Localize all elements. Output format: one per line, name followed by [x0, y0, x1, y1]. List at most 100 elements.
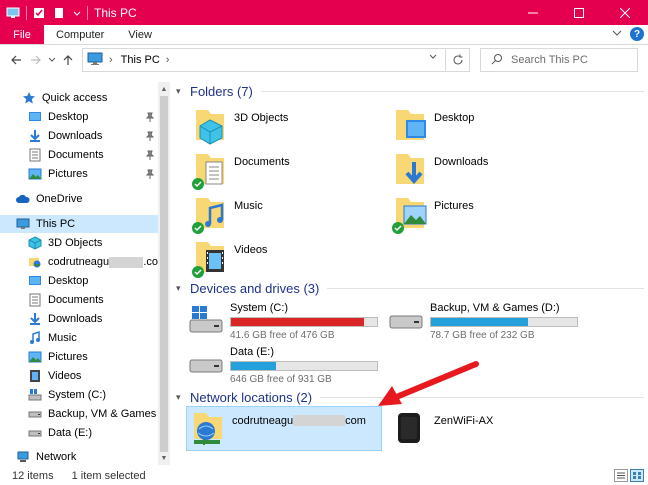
chevron-down-icon[interactable]: ▾	[176, 392, 186, 403]
sidebar-item-pictures-pinned[interactable]: Pictures	[0, 165, 158, 183]
minimize-button[interactable]	[510, 0, 556, 25]
sidebar-item-label: Pictures	[48, 168, 88, 180]
properties-icon[interactable]	[33, 7, 47, 19]
toolbar-divider	[87, 5, 88, 20]
chevron-down-icon[interactable]	[429, 53, 437, 64]
recent-locations-button[interactable]	[46, 50, 58, 70]
new-folder-icon[interactable]	[53, 7, 67, 19]
sidebar-item-onedrive[interactable]: OneDrive	[0, 190, 158, 208]
sidebar-item-network[interactable]: Network	[0, 448, 158, 465]
sync-check-icon	[192, 222, 204, 234]
pictures-icon	[28, 350, 42, 364]
help-icon[interactable]: ?	[630, 27, 644, 41]
tab-view[interactable]: View	[116, 25, 164, 44]
folder-label: Documents	[234, 156, 290, 168]
scrollbar-thumb[interactable]	[160, 96, 168, 452]
group-header-folders[interactable]: ▾ Folders (7)	[176, 81, 644, 101]
sidebar-item-3d-objects[interactable]: 3D Objects	[0, 234, 158, 252]
monitor-icon[interactable]	[6, 7, 20, 19]
network-tile-share[interactable]: codrutneagu com	[190, 409, 366, 449]
details-view-icon[interactable]	[614, 469, 628, 482]
folder-tile-videos[interactable]: Videos	[192, 238, 267, 278]
sidebar-item-documents-pinned[interactable]: Documents	[0, 146, 158, 164]
close-button[interactable]	[602, 0, 648, 25]
tab-computer[interactable]: Computer	[44, 25, 116, 44]
drive-icon	[28, 426, 42, 440]
breadcrumb-chevron-icon[interactable]: ›	[109, 54, 113, 66]
scroll-down-icon[interactable]: ▼	[158, 452, 170, 464]
folder-tile-3d-objects[interactable]: 3D Objects	[192, 106, 288, 146]
content-pane: ▾ Folders (7) 3D Objects Desktop Documen…	[172, 78, 648, 466]
router-icon	[392, 409, 428, 449]
chevron-down-icon[interactable]: ▾	[176, 86, 186, 97]
ribbon-right-controls: ?	[612, 27, 644, 41]
download-arrow-icon	[28, 129, 42, 143]
sidebar-item-downloads[interactable]: Downloads	[0, 310, 158, 328]
folder-label: Music	[234, 200, 263, 212]
maximize-button[interactable]	[556, 0, 602, 25]
sidebar-item-this-pc[interactable]: This PC	[0, 215, 158, 233]
music-note-icon	[192, 194, 228, 234]
pin-icon[interactable]	[145, 131, 155, 141]
network-icon	[16, 450, 30, 464]
window-title: This PC	[94, 5, 137, 20]
pictures-icon	[392, 194, 428, 234]
sidebar-item-backup-d[interactable]: Backup, VM & Games (D:)	[0, 405, 158, 423]
title-bar: This PC	[0, 0, 648, 25]
folder-tile-downloads[interactable]: Downloads	[392, 150, 488, 190]
drive-tile-data-e[interactable]: Data (E:) 646 GB free of 931 GB	[188, 346, 378, 385]
pin-icon[interactable]	[145, 169, 155, 179]
network-folder-icon	[28, 255, 42, 269]
sidebar-item-downloads-pinned[interactable]: Downloads	[0, 127, 158, 145]
pin-icon[interactable]	[145, 150, 155, 160]
search-input[interactable]: Search This PC	[480, 48, 638, 72]
folder-tile-pictures[interactable]: Pictures	[392, 194, 474, 234]
group-header-drives[interactable]: ▾ Devices and drives (3)	[176, 278, 644, 298]
folder-label: Pictures	[434, 200, 474, 212]
sidebar-item-label-suffix: .co	[143, 256, 158, 268]
address-bar[interactable]: › This PC ›	[82, 48, 470, 72]
sidebar-item-system-c[interactable]: System (C:)	[0, 386, 158, 404]
sidebar-item-desktop-pinned[interactable]: Desktop	[0, 108, 158, 126]
folder-tile-music[interactable]: Music	[192, 194, 263, 234]
sidebar-item-quick-access[interactable]: Quick access	[0, 89, 158, 107]
group-title: Folders (7)	[190, 83, 253, 99]
sidebar-item-pictures[interactable]: Pictures	[0, 348, 158, 366]
sidebar-item-documents[interactable]: Documents	[0, 291, 158, 309]
sidebar-item-music[interactable]: Music	[0, 329, 158, 347]
up-button[interactable]	[58, 50, 78, 70]
drive-tile-backup-d[interactable]: Backup, VM & Games (D:) 78.7 GB free of …	[388, 302, 578, 341]
sidebar-item-data-e[interactable]: Data (E:)	[0, 424, 158, 442]
scroll-up-icon[interactable]: ▲	[158, 83, 170, 95]
drive-usage-fill	[231, 362, 276, 370]
group-title: Network locations (2)	[190, 389, 313, 405]
pin-icon[interactable]	[145, 112, 155, 122]
refresh-button[interactable]	[445, 49, 469, 71]
back-button[interactable]	[6, 50, 26, 70]
sidebar-item-desktop[interactable]: Desktop	[0, 272, 158, 290]
sync-check-icon	[192, 266, 204, 278]
chevron-down-icon[interactable]: ▾	[176, 283, 186, 294]
sidebar-item-videos[interactable]: Videos	[0, 367, 158, 385]
sidebar-scrollbar[interactable]: ▲ ▼	[158, 82, 170, 465]
tab-file[interactable]: File	[0, 25, 44, 44]
breadcrumb-this-pc[interactable]: This PC	[121, 54, 160, 66]
quick-access-toolbar	[0, 0, 88, 25]
chevron-down-icon[interactable]	[73, 7, 81, 19]
window-controls	[510, 0, 648, 25]
drive-icon	[28, 407, 42, 421]
view-switcher	[614, 469, 644, 482]
documents-icon	[28, 148, 42, 162]
folder-tile-documents[interactable]: Documents	[192, 150, 290, 190]
breadcrumb-chevron-icon[interactable]: ›	[166, 54, 170, 66]
expand-ribbon-icon[interactable]	[612, 27, 622, 41]
cube-icon	[28, 236, 42, 250]
network-label-suffix: com	[345, 415, 366, 427]
forward-button[interactable]	[26, 50, 46, 70]
sidebar-item-label: Desktop	[48, 275, 89, 287]
network-tile-zenwifi[interactable]: ZenWiFi-AX	[392, 409, 493, 449]
tiles-view-icon[interactable]	[630, 469, 644, 482]
folder-tile-desktop[interactable]: Desktop	[392, 106, 474, 146]
sidebar-item-network-share[interactable]: codrutneagu .co	[0, 253, 158, 271]
drive-tile-system-c[interactable]: System (C:) 41.6 GB free of 476 GB	[188, 302, 378, 341]
